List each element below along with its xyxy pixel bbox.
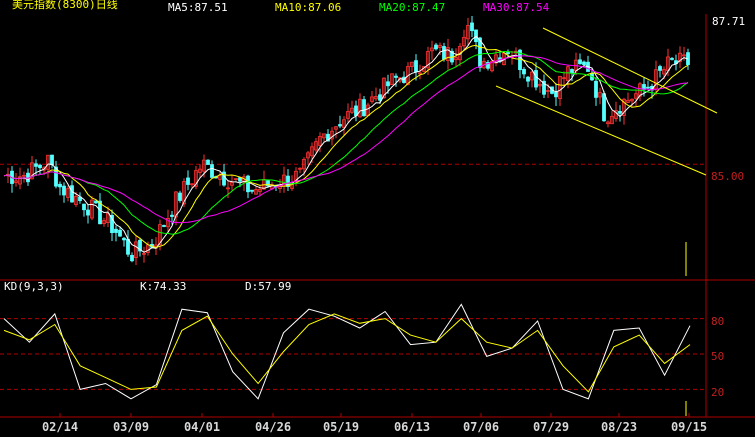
last-price-label: 87.71 [712,15,746,28]
ma5-readout: MA5:87.51 [168,1,228,14]
candle-body [114,228,118,233]
candle-body [86,209,90,216]
reference-price-label: 85.00 [711,170,745,183]
candle-body [658,66,662,71]
candle-body [526,76,530,82]
x-label: 04/26 [254,420,292,434]
kd-axis-label-80: 80 [711,315,725,328]
candle-body [594,80,598,98]
candle-body [246,175,250,193]
price-candles [6,15,690,266]
candle-body [578,59,582,65]
x-label: 02/14 [41,420,79,434]
candle-body [554,91,558,98]
candle-body [122,237,126,241]
candle-body [34,163,38,167]
ma30-readout: MA30:87.54 [483,1,550,14]
candle-body [434,44,438,50]
candle-body [442,46,446,60]
channel-upper-line [542,27,718,114]
candle-body [394,75,398,78]
candle-body [506,52,510,55]
candle-body [70,185,74,203]
candle-body [130,254,134,262]
k-readout: K:74.33 [140,280,187,293]
kd-axis-label-20: 20 [711,386,725,399]
kd-axis-label-50: 50 [711,350,725,363]
candle-body [38,164,42,169]
candle-body [378,94,382,101]
d-line [3,313,691,393]
channel-lower-line [495,85,707,176]
x-label: 09/15 [670,420,708,434]
candle-body [238,177,242,182]
candle-body [126,238,130,255]
candle-body [178,192,182,201]
ma20-readout: MA20:87.47 [379,1,446,14]
candle-body [386,81,390,87]
x-label: 07/29 [532,420,570,434]
chart-title: 美元指数(8300)日线 [12,0,118,11]
stock-chart [0,14,755,418]
candle-body [362,99,366,117]
candle-body [602,93,606,122]
candle-body [82,203,86,211]
candle-body [470,22,474,32]
candle-body [170,214,174,217]
candle-body [58,183,62,188]
candle-body [206,159,210,165]
candle-body [670,58,674,60]
x-label: 04/01 [183,420,221,434]
trend-channel [495,27,718,416]
candle-body [250,189,254,192]
candle-body [582,61,586,65]
candle-body [338,124,342,127]
candle-body [186,177,190,185]
candle-body [618,110,622,114]
x-label: 06/13 [393,420,431,434]
ma30-line [3,55,688,224]
ma20-line [3,50,689,235]
d-readout: D:57.99 [245,280,292,293]
kd-title: KD(9,3,3) [4,280,64,293]
candle-body [118,229,122,237]
candle-body [646,86,650,89]
candle-body [210,164,214,178]
candle-body [50,154,54,166]
candle-body [414,60,418,72]
x-label: 07/06 [462,420,500,434]
candle-body [62,185,66,196]
candle-body [162,225,166,227]
candle-body [570,69,574,74]
candle-body [522,69,526,75]
x-label: 05/19 [322,420,360,434]
x-label: 03/09 [112,420,150,434]
candle-body [534,70,538,88]
ma10-readout: MA10:87.06 [275,1,342,14]
x-label: 08/23 [600,420,638,434]
